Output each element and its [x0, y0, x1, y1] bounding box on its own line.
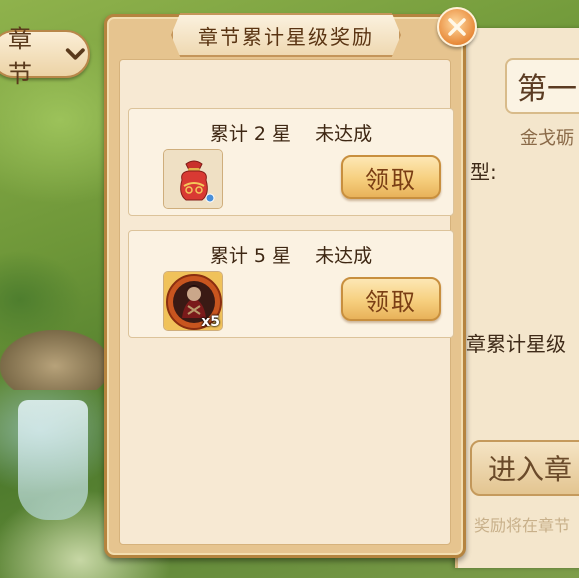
reward-card: 累计 2 星 未达成 领取 [128, 108, 454, 216]
reward-status: 未达成 [315, 123, 373, 145]
reward-requirement: 累计 5 星 [209, 245, 291, 267]
chapter-info-type-label: 型: [470, 160, 497, 184]
reward-item-count: x5 [201, 314, 220, 330]
reward-requirement: 累计 2 星 [209, 123, 291, 145]
map-waterfall [18, 400, 88, 520]
close-icon [448, 18, 466, 36]
star-reward-modal: 章节累计星级奖励 累计 2 星 未达成 领取 累计 5 星 未达成 x5 领取 [104, 7, 477, 558]
claim-button[interactable]: 领取 [341, 155, 441, 199]
chevron-down-icon [66, 48, 86, 60]
chapter-info-subtitle: 金戈砺 [520, 128, 574, 149]
chapter-info-note: 奖励将在章节 [474, 516, 571, 535]
reward-item-slot[interactable] [163, 149, 223, 209]
modal-title: 章节累计星级奖励 [198, 24, 374, 49]
reward-requirement-line: 累计 2 星 未达成 [129, 119, 453, 146]
map-rocks [0, 330, 110, 390]
chapter-info-title: 第一 [505, 58, 579, 114]
chapter-info-stars-label: 章累计星级 [466, 332, 566, 356]
chapter-tab-label: 章节 [8, 25, 33, 88]
red-treasure-pouch-icon [164, 150, 222, 208]
enter-chapter-button[interactable]: 进入章 [470, 440, 579, 496]
modal-content-area: 累计 2 星 未达成 领取 累计 5 星 未达成 x5 领取 [119, 59, 454, 545]
modal-title-banner: 章节累计星级奖励 [171, 13, 401, 57]
chapter-select-tab[interactable]: 章节 [0, 25, 90, 88]
reward-status: 未达成 [315, 245, 373, 267]
close-button[interactable] [437, 7, 477, 47]
reward-requirement-line: 累计 5 星 未达成 [129, 241, 453, 268]
reward-item-slot[interactable]: x5 [163, 271, 223, 331]
claim-button[interactable]: 领取 [341, 277, 441, 321]
reward-card: 累计 5 星 未达成 x5 领取 [128, 230, 454, 338]
